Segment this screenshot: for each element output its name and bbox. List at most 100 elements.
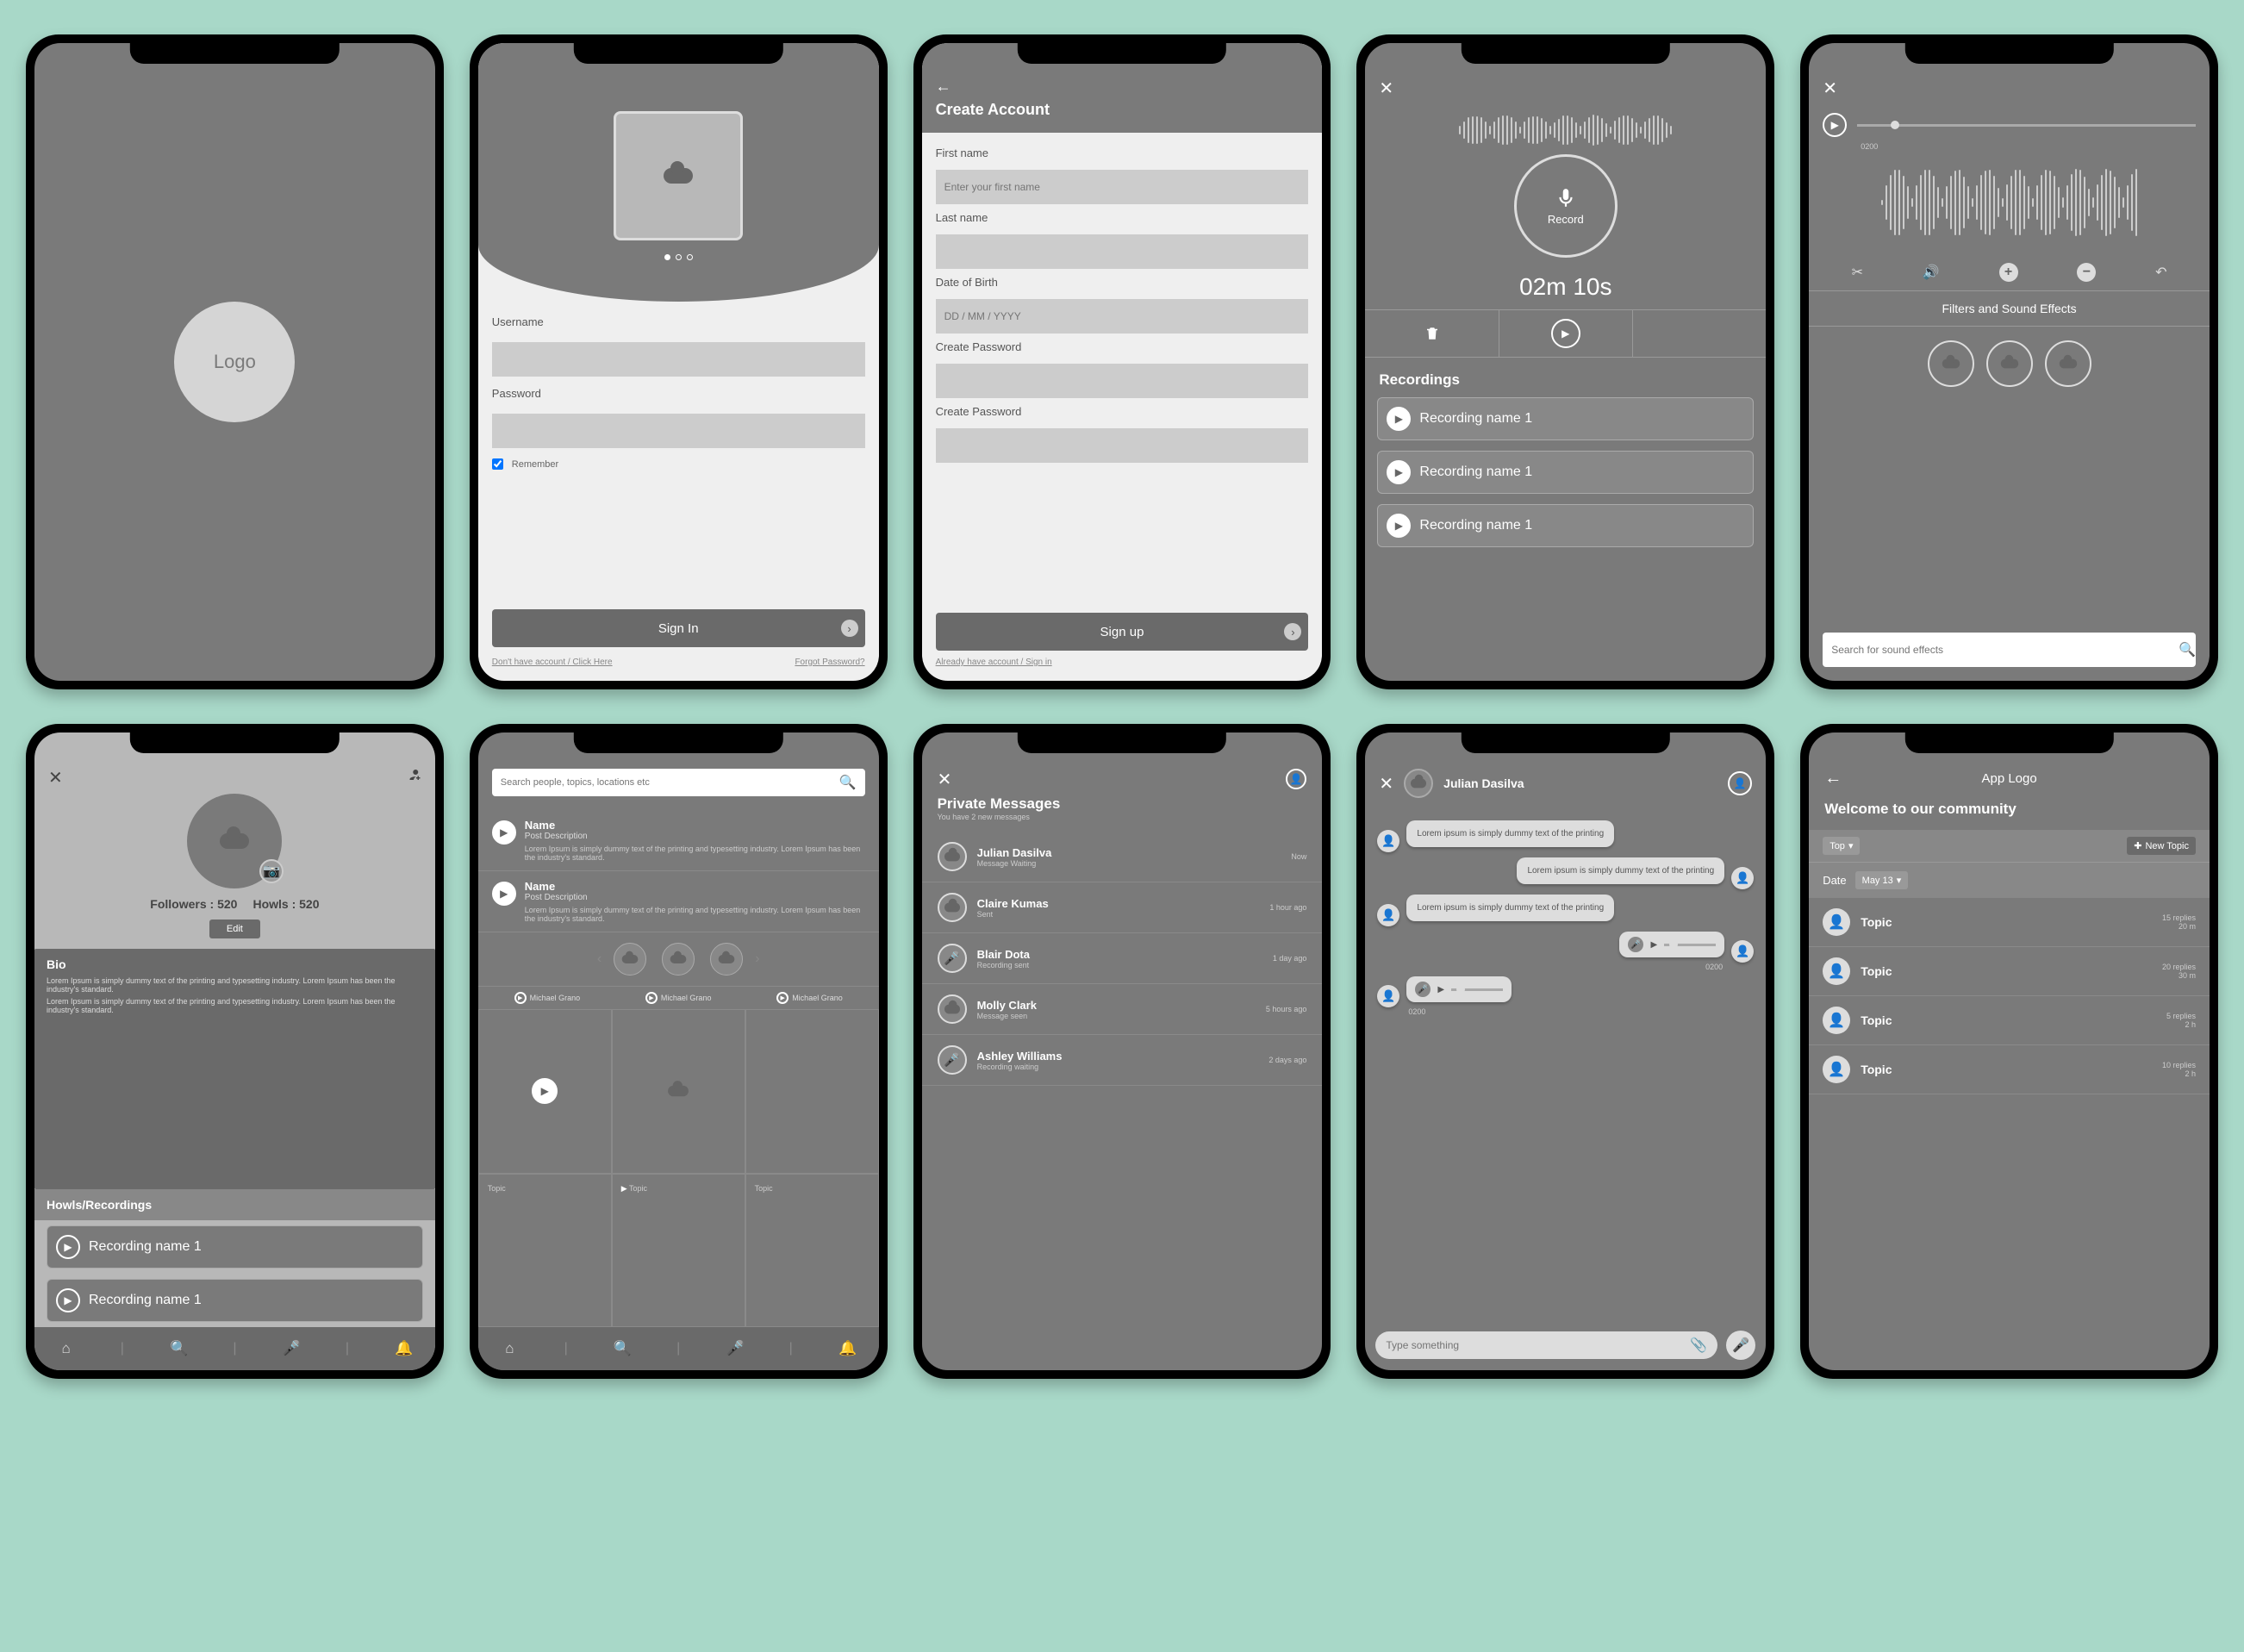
mic-icon[interactable]: 🎤 (283, 1340, 300, 1357)
user-thumb[interactable] (662, 943, 695, 976)
undo-icon[interactable]: ↶ (2155, 264, 2166, 281)
send-mic-button[interactable]: 🎤 (1726, 1331, 1755, 1360)
firstname-input[interactable] (936, 170, 1309, 204)
search-icon[interactable]: 🔍 (614, 1340, 631, 1357)
topic-row[interactable]: 👤Topic10 replies2 h (1809, 1045, 2210, 1094)
bell-icon[interactable]: 🔔 (395, 1340, 412, 1357)
signin-link[interactable]: Already have account / Sign in (936, 658, 1309, 667)
record-button[interactable]: Record (1514, 154, 1618, 258)
cut-icon[interactable]: ✂ (1852, 264, 1863, 281)
topic-label[interactable]: Topic (755, 1184, 773, 1193)
scroll-right[interactable]: › (755, 951, 759, 967)
volume-icon[interactable]: 🔊 (1923, 264, 1940, 281)
topic-row[interactable]: 👤Topic15 replies20 m (1809, 898, 2210, 947)
followers-label: Followers : (150, 897, 214, 911)
avatar[interactable] (1404, 769, 1433, 798)
close-icon[interactable]: ✕ (48, 767, 63, 789)
password-input[interactable] (492, 414, 865, 448)
audio-bubble[interactable]: 🎤▶ (1406, 976, 1512, 1002)
search-icon[interactable]: 🔍 (839, 774, 857, 791)
date-dropdown[interactable]: May 13 ▾ (1855, 871, 1909, 889)
feed-post[interactable]: ▶ Name Post Description Lorem Ipsum is s… (478, 810, 879, 871)
recording-item[interactable]: ▶Recording name 1 (47, 1225, 423, 1269)
more-button[interactable] (1632, 310, 1766, 357)
home-icon[interactable]: ⌂ (501, 1340, 518, 1357)
signin-button[interactable]: Sign In› (492, 609, 865, 647)
signup-button[interactable]: Sign up› (936, 613, 1309, 651)
remove-icon[interactable]: − (2077, 263, 2096, 282)
play-button[interactable]: ▶ (1499, 310, 1632, 357)
dob-label: Date of Birth (936, 276, 1309, 289)
close-icon[interactable]: ✕ (1823, 79, 1837, 98)
feed-post[interactable]: ▶ Name Post Description Lorem Ipsum is s… (478, 871, 879, 932)
delete-button[interactable] (1365, 310, 1498, 357)
message-row[interactable]: Molly ClarkMessage seen5 hours ago (922, 984, 1323, 1035)
filter-thumb[interactable] (1928, 340, 1974, 387)
waveform-large[interactable] (1823, 159, 2196, 246)
grid-cell-play[interactable]: ▶ (478, 1009, 612, 1174)
bottom-nav: ⌂| 🔍| 🎤| 🔔 (34, 1327, 435, 1370)
scrubber[interactable] (1857, 124, 2196, 127)
timer: 02m 10s (1365, 273, 1766, 301)
confirm-input[interactable] (936, 428, 1309, 463)
phone-community: ← App Logo Welcome to our community Top … (1800, 724, 2218, 1379)
message-bubble: Lorem ipsum is simply dummy text of the … (1517, 857, 1724, 884)
grid-cell-image[interactable] (612, 1009, 745, 1174)
dob-input[interactable] (936, 299, 1309, 334)
back-arrow-icon[interactable]: ← (1824, 769, 1842, 789)
topic-row[interactable]: 👤Topic5 replies2 h (1809, 996, 2210, 1045)
search-input[interactable] (501, 777, 831, 788)
message-row[interactable]: Julian DasilvaMessage WaitingNow (922, 832, 1323, 882)
bell-icon[interactable]: 🔔 (838, 1340, 856, 1357)
new-topic-button[interactable]: ✚ New Topic (2127, 837, 2196, 855)
onboarding-image (614, 111, 743, 240)
back-arrow-icon[interactable]: ← (936, 78, 1309, 96)
sort-top-dropdown[interactable]: Top ▾ (1823, 837, 1860, 855)
search-icon[interactable]: 🔍 (2179, 641, 2196, 658)
profile-icon[interactable]: 👤 (1728, 771, 1752, 795)
filter-thumb[interactable] (2045, 340, 2091, 387)
create-account-link[interactable]: Don't have account / Click Here (492, 658, 613, 667)
audio-bubble[interactable]: 🎤▶ (1619, 932, 1724, 957)
lastname-input[interactable] (936, 234, 1309, 269)
recording-item[interactable]: ▶Recording name 1 (1377, 397, 1754, 440)
home-icon[interactable]: ⌂ (58, 1340, 75, 1357)
forgot-password-link[interactable]: Forgot Password? (795, 658, 864, 667)
filter-thumb[interactable] (1986, 340, 2033, 387)
mic-icon[interactable]: 🎤 (726, 1340, 743, 1357)
user-name[interactable]: Michael Grano (530, 994, 581, 1002)
phone-splash: Logo (26, 34, 444, 689)
user-name[interactable]: Michael Grano (661, 994, 712, 1002)
search-icon[interactable]: 🔍 (170, 1340, 187, 1357)
user-thumb[interactable] (710, 943, 743, 976)
attach-icon[interactable]: 📎 (1690, 1337, 1707, 1354)
add-icon[interactable]: + (1999, 263, 2018, 282)
scroll-left[interactable]: ‹ (597, 951, 602, 967)
add-user-icon[interactable] (406, 767, 421, 789)
password-input[interactable] (936, 364, 1309, 398)
camera-icon[interactable]: 📷 (259, 859, 284, 883)
recording-item[interactable]: ▶Recording name 1 (1377, 504, 1754, 547)
close-icon[interactable]: ✕ (938, 769, 952, 790)
message-row[interactable]: 🎤Blair DotaRecording sent1 day ago (922, 933, 1323, 984)
message-row[interactable]: Claire KumasSent1 hour ago (922, 882, 1323, 933)
close-icon[interactable]: ✕ (1379, 79, 1393, 98)
username-input[interactable] (492, 342, 865, 377)
topic-row[interactable]: 👤Topic20 replies30 m (1809, 947, 2210, 996)
avatar: 👤 (1823, 908, 1850, 936)
play-button[interactable]: ▶ (1823, 113, 1847, 137)
profile-icon[interactable]: 👤 (1286, 769, 1306, 789)
recording-item[interactable]: ▶Recording name 1 (1377, 451, 1754, 494)
user-thumb[interactable] (614, 943, 646, 976)
remember-checkbox[interactable]: Remember (492, 458, 865, 470)
page-dots[interactable] (664, 254, 693, 260)
message-row[interactable]: 🎤Ashley WilliamsRecording waiting2 days … (922, 1035, 1323, 1086)
user-name[interactable]: Michael Grano (792, 994, 843, 1002)
topic-label[interactable]: Topic (629, 1184, 647, 1193)
search-effects-input[interactable] (1823, 633, 2196, 667)
topic-label[interactable]: Topic (488, 1184, 506, 1193)
compose-input[interactable] (1386, 1339, 1681, 1351)
close-icon[interactable]: ✕ (1379, 773, 1393, 795)
edit-button[interactable]: Edit (209, 920, 260, 938)
recording-item[interactable]: ▶Recording name 1 (47, 1279, 423, 1322)
